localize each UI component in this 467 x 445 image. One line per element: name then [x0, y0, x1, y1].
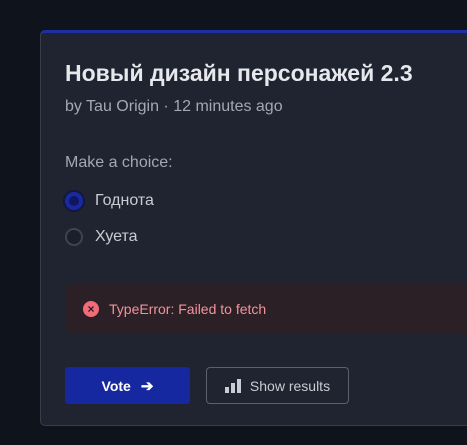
error-message: TypeError: Failed to fetch: [109, 300, 267, 317]
radio-unselected-icon[interactable]: [65, 228, 83, 246]
poll-meta: by Tau Origin · 12 minutes ago: [65, 98, 283, 115]
show-results-label: Show results: [249, 377, 331, 394]
arrow-right-icon: ➔: [140, 377, 154, 395]
x-circle-icon: ×: [83, 300, 99, 317]
show-results-button[interactable]: Show results: [206, 367, 349, 404]
poll-option-khueta[interactable]: Хуета: [65, 228, 138, 246]
poll-option-godnota[interactable]: Годнота: [65, 192, 154, 210]
option-label: Хуета: [95, 228, 138, 245]
radio-selected-icon[interactable]: [65, 192, 83, 210]
option-label: Годнота: [95, 192, 154, 209]
poll-title: Новый дизайн персонажей 2.3: [65, 60, 413, 86]
vote-button[interactable]: Vote ➔: [65, 367, 190, 404]
error-alert: × TypeError: Failed to fetch: [65, 284, 467, 333]
vote-button-label: Vote: [101, 377, 131, 394]
poll-card: Новый дизайн персонажей 2.3 by Tau Origi…: [40, 30, 467, 426]
poll-prompt: Make a choice:: [65, 154, 173, 171]
bar-chart-icon: [224, 378, 241, 393]
